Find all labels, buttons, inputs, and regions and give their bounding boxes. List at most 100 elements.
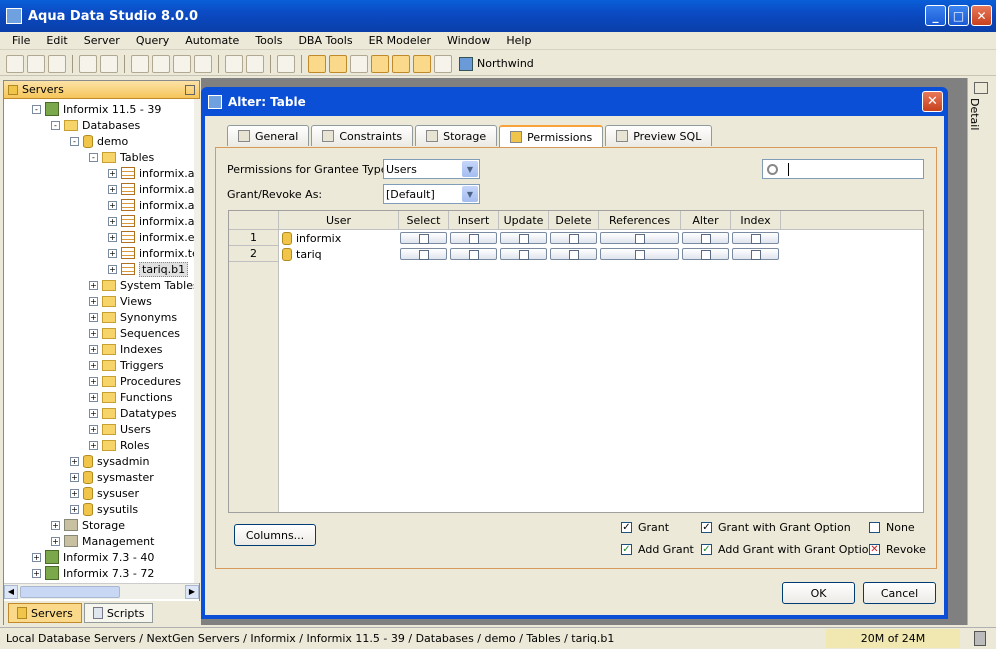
- scripts-icon[interactable]: [225, 54, 243, 73]
- tree-node[interactable]: + sysutils: [70, 501, 138, 517]
- expand-icon[interactable]: +: [108, 216, 117, 226]
- collapse-icon[interactable]: -: [70, 136, 79, 146]
- edit-server-icon[interactable]: [27, 54, 45, 73]
- tree-node[interactable]: + Indexes: [89, 341, 162, 357]
- perm-alter-checkbox[interactable]: [682, 232, 729, 244]
- expand-icon[interactable]: +: [89, 440, 98, 450]
- tab-scripts[interactable]: Scripts: [83, 603, 154, 623]
- perm-index-checkbox[interactable]: [732, 232, 779, 244]
- expand-icon[interactable]: +: [89, 280, 98, 290]
- perm-references-checkbox[interactable]: [600, 248, 679, 260]
- menu-window[interactable]: Window: [439, 34, 498, 47]
- tree-node[interactable]: + informix.a: [108, 165, 194, 181]
- tab-storage[interactable]: Storage: [415, 125, 498, 146]
- scroll-right-icon[interactable]: ▶: [185, 584, 199, 599]
- expand-icon[interactable]: +: [70, 504, 79, 514]
- layout4-icon[interactable]: [392, 54, 410, 73]
- connect-icon[interactable]: [79, 54, 97, 73]
- restore-icon[interactable]: [185, 84, 195, 95]
- tree-node[interactable]: + Sequences: [89, 325, 180, 341]
- expand-icon[interactable]: +: [70, 456, 79, 466]
- col-header-delete[interactable]: Delete: [549, 211, 599, 230]
- perm-select-checkbox[interactable]: [400, 248, 447, 260]
- perm-delete-checkbox[interactable]: [550, 232, 597, 244]
- layout1-icon[interactable]: [308, 54, 326, 73]
- expand-icon[interactable]: +: [108, 200, 117, 210]
- tree-node[interactable]: + Procedures: [89, 373, 181, 389]
- tree-node[interactable]: + Functions: [89, 389, 173, 405]
- tree-vertical-scrollbar[interactable]: [194, 99, 200, 583]
- query-analyzer-icon[interactable]: [152, 54, 170, 73]
- tree-node[interactable]: + Informix 7.3 - 72: [32, 565, 154, 581]
- schema-icon[interactable]: [194, 54, 212, 73]
- col-header-update[interactable]: Update: [499, 211, 549, 230]
- tree-node[interactable]: - Databases: [51, 117, 140, 133]
- expand-icon[interactable]: +: [108, 232, 117, 242]
- tree-node[interactable]: + sysuser: [70, 485, 139, 501]
- expand-icon[interactable]: +: [89, 408, 98, 418]
- tree-node[interactable]: + System Tables: [89, 277, 194, 293]
- dialog-close-button[interactable]: ✕: [922, 91, 943, 112]
- detail-panel-strip[interactable]: Detail: [967, 78, 993, 625]
- perm-select-checkbox[interactable]: [400, 232, 447, 244]
- print-icon[interactable]: [277, 54, 295, 73]
- tree-node[interactable]: + Datatypes: [89, 405, 177, 421]
- tree-node[interactable]: - Informix 11.5 - 39: [32, 101, 161, 117]
- expand-icon[interactable]: +: [108, 168, 117, 178]
- expand-icon[interactable]: +: [108, 264, 117, 274]
- expand-icon[interactable]: +: [89, 344, 98, 354]
- compare-icon[interactable]: [173, 54, 191, 73]
- chevron-down-icon[interactable]: ▼: [462, 161, 478, 177]
- menu-help[interactable]: Help: [498, 34, 539, 47]
- tree-node[interactable]: + Triggers: [89, 357, 164, 373]
- perm-delete-checkbox[interactable]: [550, 248, 597, 260]
- col-header-index[interactable]: Index: [731, 211, 781, 230]
- col-header-alter[interactable]: Alter: [681, 211, 731, 230]
- collapse-icon[interactable]: -: [89, 152, 98, 162]
- collapse-icon[interactable]: -: [32, 104, 41, 114]
- expand-icon[interactable]: +: [70, 488, 79, 498]
- scroll-thumb[interactable]: [20, 585, 120, 598]
- menu-tools[interactable]: Tools: [247, 34, 290, 47]
- expand-icon[interactable]: +: [32, 568, 41, 578]
- tree-node[interactable]: + informix.a: [108, 197, 194, 213]
- expand-icon[interactable]: +: [32, 552, 41, 562]
- search-input[interactable]: [762, 159, 924, 179]
- menu-er-modeler[interactable]: ER Modeler: [361, 34, 439, 47]
- expand-icon[interactable]: +: [108, 184, 117, 194]
- expand-icon[interactable]: +: [89, 392, 98, 402]
- cancel-button[interactable]: Cancel: [863, 582, 936, 604]
- close-button[interactable]: ✕: [971, 5, 992, 26]
- col-header-insert[interactable]: Insert: [449, 211, 499, 230]
- garbage-collect-icon[interactable]: [974, 631, 986, 646]
- tree-horizontal-scrollbar[interactable]: ◀ ▶: [4, 583, 199, 599]
- tree-node[interactable]: + Synonyms: [89, 309, 177, 325]
- tree-node[interactable]: + Views: [89, 293, 152, 309]
- tree-node[interactable]: + Users: [89, 421, 151, 437]
- tree-node[interactable]: + tariq.b1: [108, 261, 189, 277]
- col-header-references[interactable]: References: [599, 211, 681, 230]
- perm-alter-checkbox[interactable]: [682, 248, 729, 260]
- col-header-select[interactable]: Select: [399, 211, 449, 230]
- minimize-button[interactable]: _: [925, 5, 946, 26]
- expand-icon[interactable]: +: [51, 536, 60, 546]
- layout5-icon[interactable]: [413, 54, 431, 73]
- table-row[interactable]: informix: [280, 230, 398, 246]
- dropdown-icon[interactable]: [246, 54, 264, 73]
- perm-update-checkbox[interactable]: [500, 232, 547, 244]
- menu-file[interactable]: File: [4, 34, 38, 47]
- chevron-down-icon[interactable]: ▼: [462, 186, 478, 202]
- expand-icon[interactable]: +: [89, 376, 98, 386]
- grant-revoke-select[interactable]: [Default] ▼: [383, 184, 480, 204]
- collapse-icon[interactable]: -: [51, 120, 60, 130]
- perm-index-checkbox[interactable]: [732, 248, 779, 260]
- expand-icon[interactable]: +: [108, 248, 117, 258]
- tree-node[interactable]: + Management: [51, 533, 154, 549]
- tab-general[interactable]: General: [227, 125, 310, 146]
- perm-insert-checkbox[interactable]: [450, 248, 497, 260]
- col-header-user[interactable]: User: [279, 211, 399, 230]
- menu-dba-tools[interactable]: DBA Tools: [290, 34, 360, 47]
- expand-icon[interactable]: +: [89, 360, 98, 370]
- grantee-type-select[interactable]: Users ▼: [383, 159, 480, 179]
- tree-node[interactable]: + Informix 7.3 - 40: [32, 549, 154, 565]
